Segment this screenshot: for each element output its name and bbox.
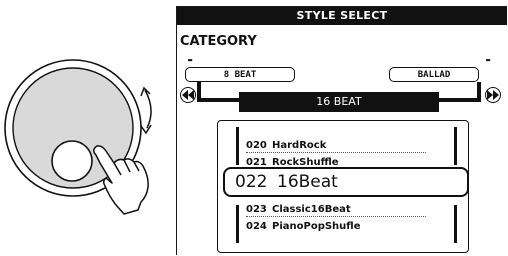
rotate-arrow-icon xyxy=(140,86,152,135)
rewind-icon xyxy=(182,90,194,100)
scroll-mark-right-top xyxy=(454,127,457,165)
list-item[interactable]: 023 Classic16Beat xyxy=(246,202,426,218)
scroll-mark-left-bottom xyxy=(236,205,239,243)
tick-mark-left: ▬ xyxy=(188,56,193,64)
fast-forward-button[interactable] xyxy=(485,87,501,103)
style-name: Classic16Beat xyxy=(272,204,351,215)
rewind-button[interactable] xyxy=(180,87,196,103)
next-category-button[interactable]: BALLAD xyxy=(389,67,479,82)
selected-style-number: 022 xyxy=(235,172,268,192)
tick-mark-right: ▬ xyxy=(486,56,491,64)
row-divider xyxy=(246,152,426,153)
style-name: PianoPopShufle xyxy=(272,221,361,232)
scroll-mark-right-bottom xyxy=(454,205,457,243)
style-name: HardRock xyxy=(272,140,327,151)
selected-style-row[interactable]: 022 16Beat xyxy=(223,167,469,197)
row-divider xyxy=(246,216,426,217)
list-item[interactable]: 024 PianoPopShufle xyxy=(246,219,361,235)
panel-title: STYLE SELECT xyxy=(177,7,507,25)
scroll-mark-left-top xyxy=(236,127,239,165)
data-dial-illustration xyxy=(4,59,152,215)
style-number: 024 xyxy=(246,221,267,232)
fast-forward-icon xyxy=(487,90,499,100)
selected-style-name: 16Beat xyxy=(277,172,338,192)
prev-category-button[interactable]: 8 BEAT xyxy=(185,67,295,82)
current-category-bar: 16 BEAT xyxy=(239,92,439,112)
list-item[interactable]: 020 HardRock xyxy=(246,138,426,154)
category-label: CATEGORY xyxy=(180,34,257,49)
style-select-panel: STYLE SELECT CATEGORY ▬ ▬ 8 BEAT BALLAD … xyxy=(176,6,507,255)
